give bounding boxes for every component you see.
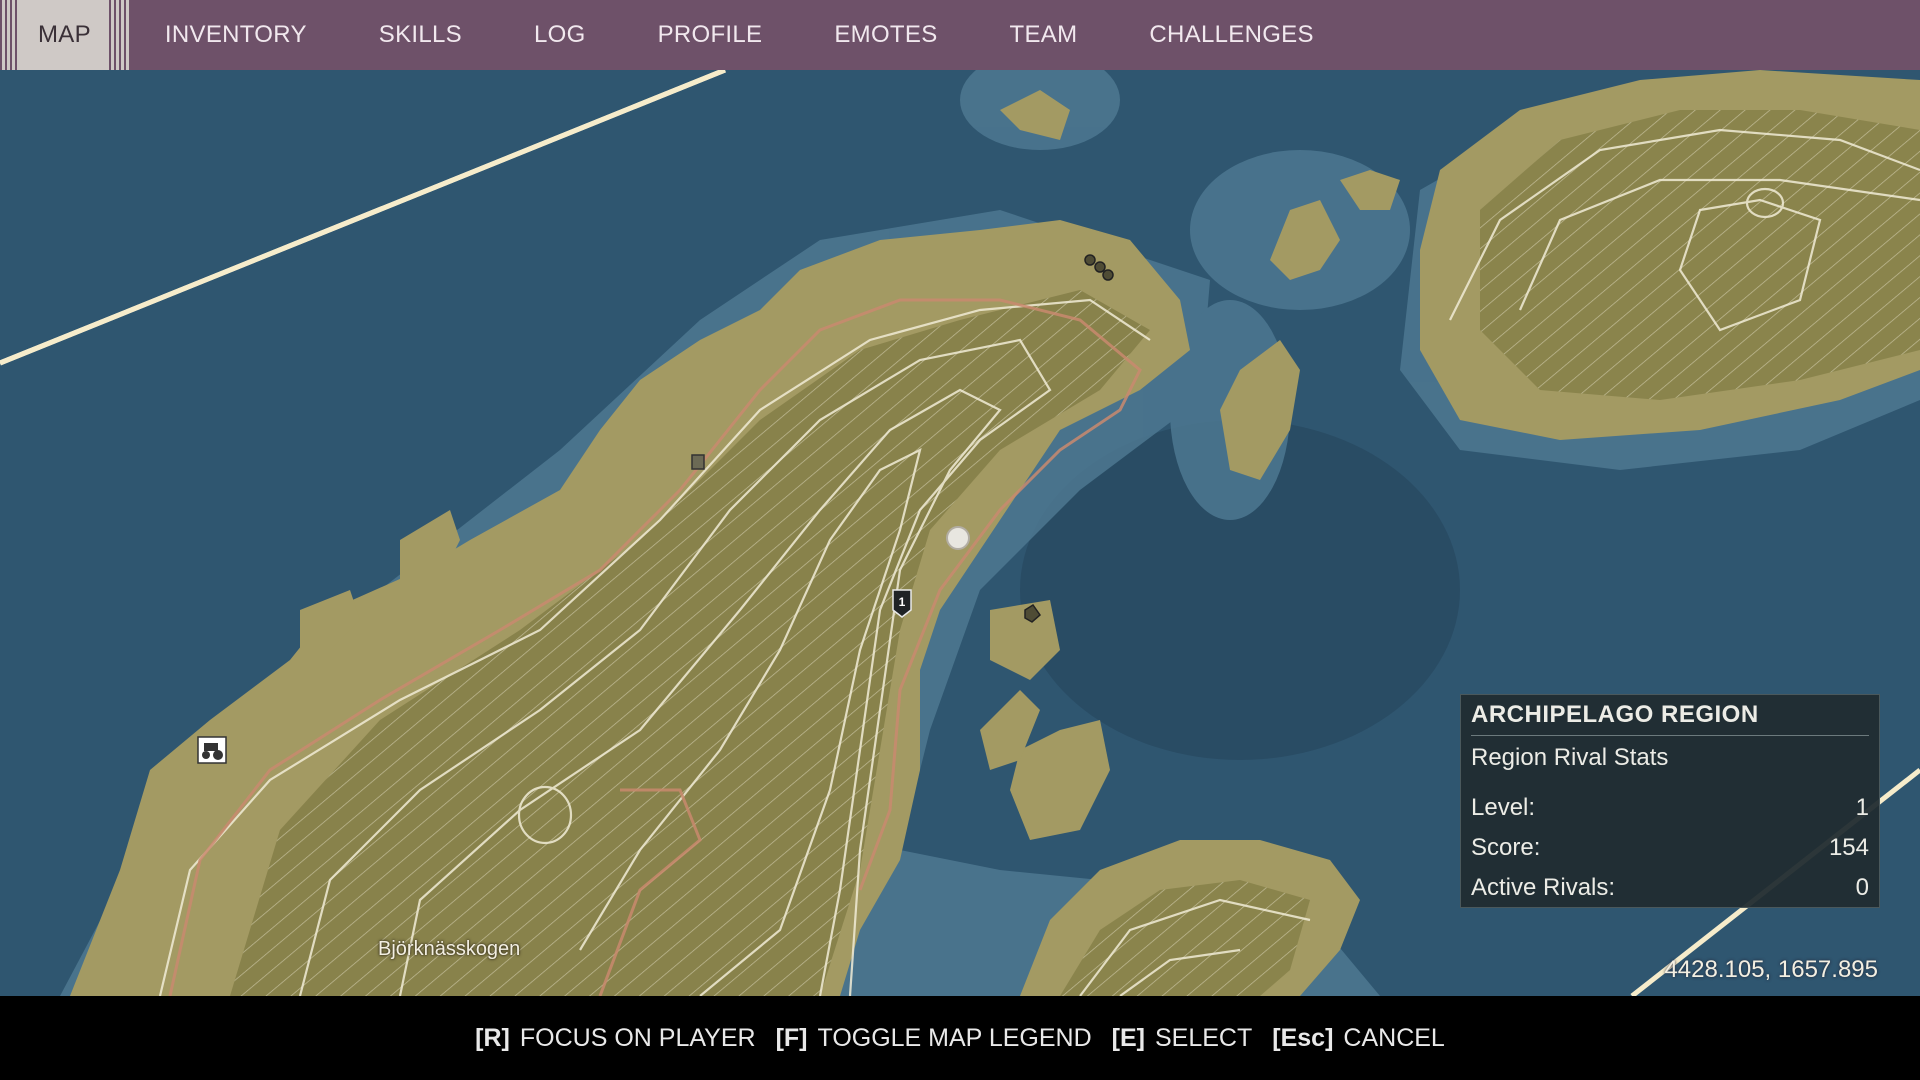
tractor-icon[interactable] bbox=[197, 736, 227, 764]
hint-label: TOGGLE MAP LEGEND bbox=[817, 1023, 1092, 1052]
numbered-marker-icon[interactable]: 1 bbox=[892, 589, 912, 618]
tab-map[interactable]: MAP bbox=[0, 0, 129, 70]
place-label: Björknässkogen bbox=[378, 938, 521, 960]
stat-label: Active Rivals: bbox=[1471, 874, 1616, 901]
region-title: ARCHIPELAGO REGION bbox=[1471, 701, 1869, 736]
region-info-panel: ARCHIPELAGO REGION Region Rival Stats Le… bbox=[1460, 694, 1880, 908]
stat-score: Score: 154 bbox=[1471, 828, 1869, 868]
hint-label: CANCEL bbox=[1343, 1023, 1445, 1052]
stat-value: 154 bbox=[1828, 834, 1869, 861]
region-subtitle: Region Rival Stats bbox=[1471, 744, 1669, 771]
hint-label: FOCUS ON PLAYER bbox=[519, 1023, 756, 1052]
tab-skills[interactable]: SKILLS bbox=[343, 0, 498, 70]
tab-log[interactable]: LOG bbox=[498, 0, 622, 70]
building-icon[interactable] bbox=[691, 454, 705, 470]
top-nav: MAP INVENTORY SKILLS LOG PROFILE EMOTES … bbox=[0, 0, 1920, 70]
svg-text:1: 1 bbox=[899, 595, 906, 609]
tab-team[interactable]: TEAM bbox=[974, 0, 1114, 70]
map-view[interactable]: 1 Björknässkogen 4428.105, 1657.895 ARCH… bbox=[0, 70, 1920, 996]
cursor-coordinates: 4428.105, 1657.895 bbox=[1664, 956, 1878, 983]
key-label: [R] bbox=[475, 1023, 510, 1052]
stat-active-rivals: Active Rivals: 0 bbox=[1471, 868, 1869, 908]
hint-focus-player[interactable]: [R] FOCUS ON PLAYER bbox=[475, 1024, 755, 1053]
key-label: [E] bbox=[1111, 1023, 1145, 1052]
hint-toggle-legend[interactable]: [F] TOGGLE MAP LEGEND bbox=[776, 1024, 1092, 1053]
stat-level: Level: 1 bbox=[1471, 788, 1869, 828]
stat-value: 1 bbox=[1855, 794, 1869, 821]
hint-label: SELECT bbox=[1155, 1023, 1253, 1052]
key-label: [F] bbox=[775, 1023, 808, 1052]
control-hints-bar: [R] FOCUS ON PLAYER [F] TOGGLE MAP LEGEN… bbox=[0, 996, 1920, 1080]
stat-label: Score: bbox=[1471, 834, 1541, 861]
tab-profile[interactable]: PROFILE bbox=[622, 0, 799, 70]
key-label: [Esc] bbox=[1272, 1023, 1334, 1052]
hint-select[interactable]: [E] SELECT bbox=[1112, 1024, 1253, 1053]
tab-challenges[interactable]: CHALLENGES bbox=[1113, 0, 1349, 70]
hint-cancel[interactable]: [Esc] CANCEL bbox=[1272, 1024, 1445, 1053]
stat-label: Level: bbox=[1471, 794, 1536, 821]
tab-inventory[interactable]: INVENTORY bbox=[129, 0, 343, 70]
stat-value: 0 bbox=[1855, 874, 1869, 901]
tab-emotes[interactable]: EMOTES bbox=[798, 0, 973, 70]
player-marker-icon[interactable] bbox=[946, 526, 970, 550]
